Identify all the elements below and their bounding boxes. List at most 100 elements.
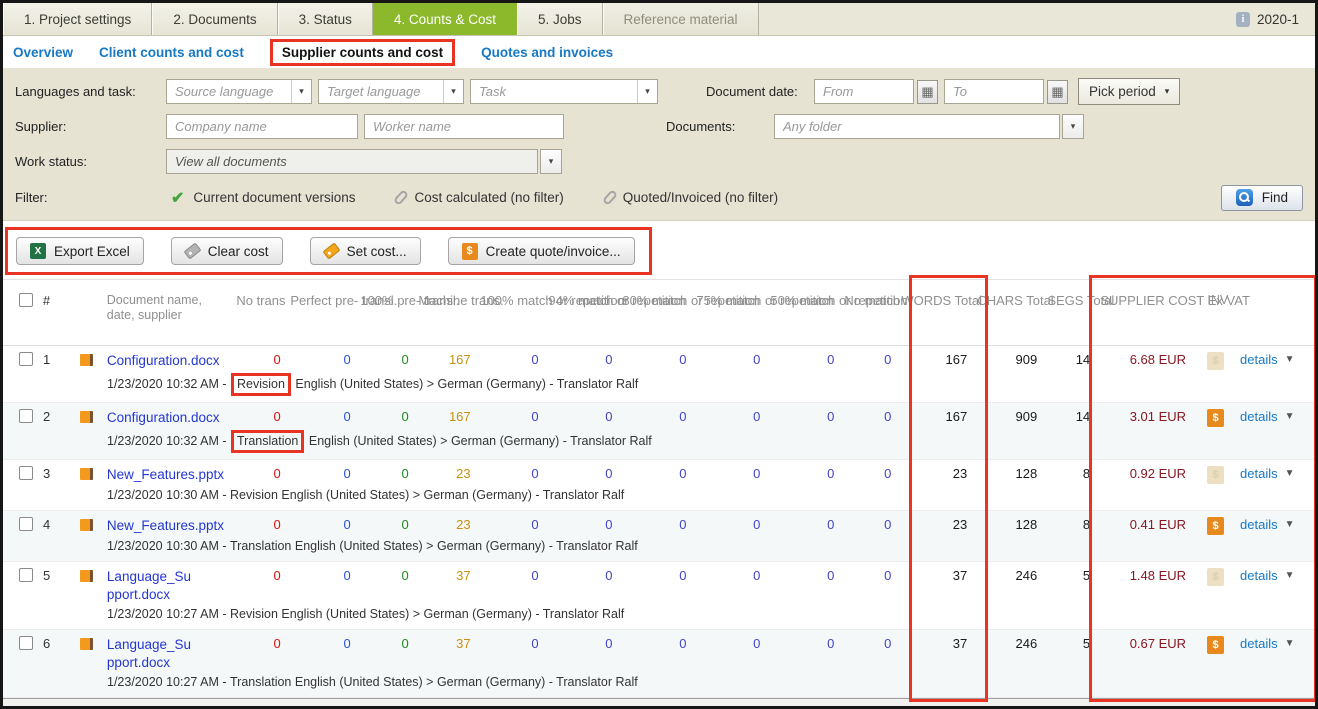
invoice-icon[interactable]: $ [1207, 409, 1224, 427]
work-status-select[interactable]: View all documents [166, 149, 538, 174]
details-link[interactable]: details [1240, 636, 1278, 651]
filter-chip-current-versions[interactable]: ✔ Current document versions [171, 188, 355, 208]
chevron-down-icon[interactable]: ▾ [1062, 114, 1084, 139]
chevron-down-icon[interactable]: ▾ [443, 80, 463, 103]
details-link[interactable]: details [1240, 466, 1278, 481]
chevron-down-icon[interactable]: ▼ [1285, 411, 1295, 422]
filter-chip-cost-calculated[interactable]: Cost calculated (no filter) [397, 190, 563, 205]
worker-name-input[interactable] [365, 115, 563, 138]
header-machine-trans[interactable]: Machine trans. [418, 293, 480, 308]
details-link[interactable]: details [1240, 517, 1278, 532]
cell-no-match: 0 [844, 409, 901, 424]
header-inv[interactable]: INV [1200, 293, 1240, 308]
details-link[interactable]: details [1240, 568, 1278, 583]
document-name-link[interactable]: Language_Su [107, 636, 237, 654]
header-94-match[interactable]: 94% match or repetition [548, 293, 622, 308]
worker-name-field[interactable] [364, 114, 564, 139]
date-from-input[interactable] [815, 80, 913, 103]
invoice-icon[interactable]: $ [1207, 517, 1224, 535]
tab-documents[interactable]: 2. Documents [152, 3, 277, 35]
tab-reference-material[interactable]: Reference material [603, 3, 759, 35]
tab-counts-and-cost[interactable]: 4. Counts & Cost [373, 3, 517, 35]
invoice-icon[interactable]: $ [1207, 352, 1224, 370]
row-number: 4 [43, 517, 71, 532]
clear-cost-button[interactable]: Clear cost [171, 237, 283, 265]
set-cost-button[interactable]: Set cost... [310, 237, 421, 265]
target-language-select[interactable]: Target language ▾ [318, 79, 464, 104]
row-checkbox[interactable] [19, 409, 33, 423]
subtab-overview[interactable]: Overview [13, 45, 73, 60]
document-name-link[interactable]: Configuration.docx [107, 352, 237, 370]
row-checkbox[interactable] [19, 352, 33, 366]
header-supplier-cost[interactable]: SUPPLIER COST Ex VAT [1100, 293, 1200, 308]
document-name-link[interactable]: New_Features.pptx [107, 517, 237, 535]
tab-project-settings[interactable]: 1. Project settings [3, 3, 152, 35]
subtab-client-counts[interactable]: Client counts and cost [99, 45, 244, 60]
document-name-link-wrap[interactable]: pport.docx [107, 586, 237, 604]
header-100-pretransl[interactable]: 100% pre- transl. [360, 293, 418, 308]
chevron-down-icon[interactable]: ▼ [1285, 519, 1295, 530]
documents-folder-select[interactable]: Any folder [774, 114, 1060, 139]
invoice-icon[interactable]: $ [1207, 636, 1224, 654]
task-name: Revision [230, 488, 278, 502]
header-document-name[interactable]: Document name, date, supplier [107, 293, 237, 323]
source-language-select[interactable]: Source language ▾ [166, 79, 312, 104]
chevron-down-icon[interactable]: ▾ [637, 80, 657, 103]
header-segs-total[interactable]: SEGS Total [1047, 293, 1100, 308]
header-words-total[interactable]: WORDS Total [901, 293, 977, 308]
header-75-match[interactable]: 75% match or repetition [696, 293, 770, 308]
subtab-quotes-invoices[interactable]: Quotes and invoices [481, 45, 613, 60]
header-no-trans[interactable]: No trans [236, 293, 290, 308]
header-perfect-pretransl[interactable]: Perfect pre- transl. [290, 293, 360, 308]
document-name-link[interactable]: Configuration.docx [107, 409, 237, 427]
company-name-field[interactable] [166, 114, 358, 139]
chevron-down-icon[interactable]: ▼ [1285, 468, 1295, 479]
find-button[interactable]: Find [1221, 185, 1303, 211]
row-checkbox[interactable] [19, 517, 33, 531]
filter-chip-quoted-invoiced[interactable]: Quoted/Invoiced (no filter) [606, 190, 778, 205]
document-date: 1/23/2020 10:32 AM - [107, 377, 230, 391]
invoice-icon[interactable]: $ [1207, 466, 1224, 484]
create-quote-invoice-button[interactable]: $ Create quote/invoice... [448, 237, 635, 265]
header-50-match[interactable]: 50% match or repetition [770, 293, 844, 308]
task-select[interactable]: Task ▾ [470, 79, 658, 104]
cell-pre100: 0 [361, 636, 419, 651]
cell-words: 167 [901, 409, 977, 424]
calendar-icon[interactable]: ▦ [917, 80, 938, 104]
document-name-link-wrap[interactable]: pport.docx [107, 654, 237, 672]
header-number[interactable]: # [43, 293, 71, 308]
chevron-down-icon[interactable]: ▾ [291, 80, 311, 103]
date-from-field[interactable] [814, 79, 914, 104]
tab-jobs[interactable]: 5. Jobs [517, 3, 603, 35]
chevron-down-icon[interactable]: ▼ [1285, 638, 1295, 649]
row-checkbox[interactable] [19, 466, 33, 480]
invoice-icon[interactable]: $ [1207, 568, 1224, 586]
header-chars-total[interactable]: CHARS Total [977, 293, 1047, 308]
details-link[interactable]: details [1240, 409, 1278, 424]
row-checkbox[interactable] [19, 568, 33, 582]
header-80-match[interactable]: 80% match or repetition [622, 293, 696, 308]
chevron-down-icon[interactable]: ▾ [540, 149, 562, 174]
counts-table: # Document name, date, supplier No trans… [3, 279, 1315, 709]
details-link[interactable]: details [1240, 352, 1278, 367]
date-to-field[interactable] [944, 79, 1044, 104]
table-total-row: TOTAL - THIS PAGE 0 0 0 454 0 0 0 0 0 0 … [3, 698, 1315, 709]
header-no-match[interactable]: No match [844, 293, 901, 308]
select-all-checkbox[interactable] [19, 293, 33, 307]
cell-words: 37 [901, 568, 977, 583]
chevron-down-icon[interactable]: ▼ [1285, 570, 1295, 581]
date-to-input[interactable] [945, 80, 1043, 103]
row-checkbox[interactable] [19, 636, 33, 650]
document-name-link[interactable]: Language_Su [107, 568, 237, 586]
chevron-down-icon[interactable]: ▼ [1285, 354, 1295, 365]
document-name-link[interactable]: New_Features.pptx [107, 466, 237, 484]
header-100-match[interactable]: 100% match or repetition [480, 293, 548, 308]
subtab-supplier-counts[interactable]: Supplier counts and cost [282, 45, 443, 60]
pick-period-button[interactable]: Pick period ▾ [1078, 78, 1180, 105]
language-pair: English (United States) > German (German… [305, 434, 651, 448]
calendar-icon[interactable]: ▦ [1047, 80, 1068, 104]
tag-icon [183, 242, 201, 259]
tab-status[interactable]: 3. Status [278, 3, 373, 35]
company-name-input[interactable] [167, 115, 357, 138]
export-excel-button[interactable]: X Export Excel [16, 237, 144, 265]
